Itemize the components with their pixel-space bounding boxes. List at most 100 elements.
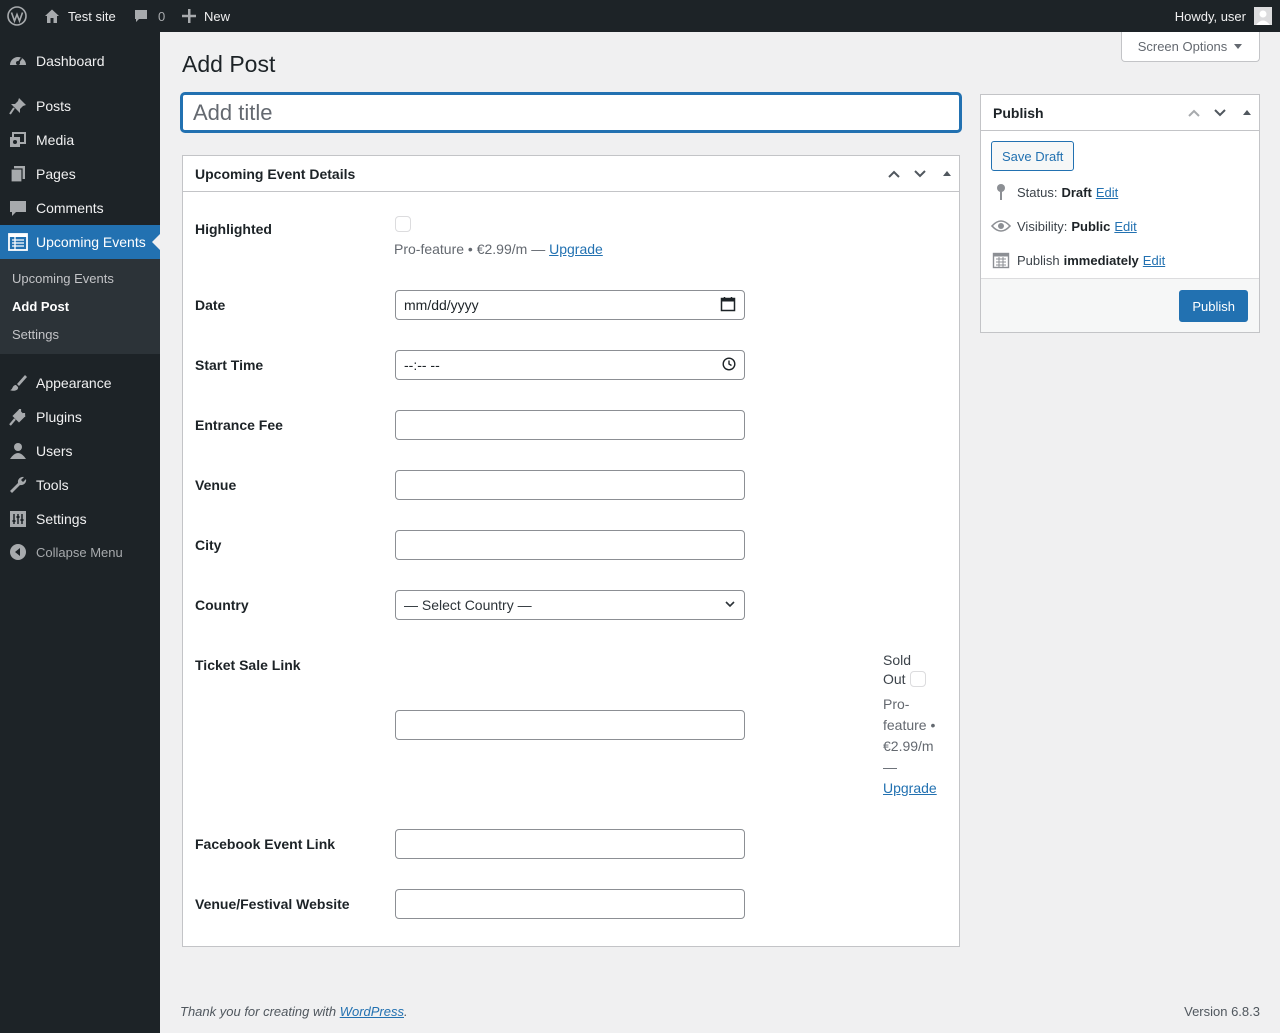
- status-row: Status: Draft Edit: [991, 182, 1118, 202]
- ticket-sale-link-input[interactable]: [395, 710, 745, 740]
- calendar-list-icon: [8, 232, 28, 252]
- country-select[interactable]: — Select Country —: [395, 590, 745, 620]
- sidebar-item-label: Tools: [36, 477, 69, 493]
- move-up-icon[interactable]: [884, 164, 904, 184]
- date-label: Date: [195, 297, 226, 313]
- sidebar-item-pages[interactable]: Pages: [0, 157, 160, 191]
- start-time-label: Start Time: [195, 357, 264, 373]
- visibility-value: Public: [1071, 218, 1111, 234]
- sidebar-item-settings[interactable]: Settings: [0, 502, 160, 536]
- comments-link[interactable]: 0: [133, 0, 165, 32]
- admin-bar: Test site 0 New Howdy, user: [0, 0, 1280, 32]
- caret-down-icon: [1233, 39, 1243, 54]
- pro-note-line1: Pro-: [883, 696, 910, 712]
- pro-note-line3: €2.99/m: [883, 738, 934, 754]
- howdy-label: Howdy, user: [1174, 8, 1246, 24]
- submenu-item-settings[interactable]: Settings: [12, 327, 59, 342]
- sidebar-item-appearance[interactable]: Appearance: [0, 366, 160, 400]
- footer-thanks: Thank you for creating with WordPress.: [180, 1004, 408, 1019]
- edit-publish-time-link[interactable]: Edit: [1143, 253, 1165, 268]
- publish-time-label: Publish: [1017, 252, 1060, 268]
- status-value: Draft: [1061, 184, 1092, 200]
- upcoming-events-submenu: Upcoming Events Add Post Settings: [0, 259, 160, 354]
- venue-label: Venue: [195, 477, 237, 493]
- edit-visibility-link[interactable]: Edit: [1114, 219, 1136, 234]
- sidebar-item-dashboard[interactable]: Dashboard: [0, 44, 160, 78]
- sold-out-checkbox[interactable]: [910, 671, 926, 687]
- wordpress-link[interactable]: WordPress: [340, 1004, 404, 1019]
- publish-title: Publish: [993, 105, 1044, 121]
- footer-suffix: .: [404, 1004, 408, 1019]
- publish-button[interactable]: Publish: [1179, 290, 1248, 322]
- collapse-arrow-icon: [8, 542, 28, 562]
- plug-icon: [8, 407, 28, 427]
- highlighted-checkbox[interactable]: [395, 216, 411, 232]
- user-icon: [8, 441, 28, 461]
- sidebar-item-label: Users: [36, 443, 73, 459]
- entrance-fee-input[interactable]: [395, 410, 745, 440]
- sidebar-item-upcoming-events[interactable]: Upcoming Events: [0, 225, 160, 259]
- post-title-input[interactable]: [181, 93, 961, 132]
- time-placeholder: --:-- --: [404, 357, 440, 373]
- move-up-icon[interactable]: [1184, 103, 1204, 123]
- sold-out-label-line2: Out: [883, 671, 906, 687]
- facebook-event-link-label: Facebook Event Link: [195, 836, 336, 852]
- date-input[interactable]: mm/dd/yyyy: [395, 290, 745, 320]
- pages-icon: [8, 164, 28, 184]
- move-down-icon[interactable]: [910, 164, 930, 184]
- sidebar-item-label: Dashboard: [36, 53, 105, 69]
- comment-icon: [8, 198, 28, 218]
- account-menu[interactable]: Howdy, user: [1175, 0, 1272, 32]
- publish-time-value: immediately: [1063, 252, 1139, 268]
- new-label: New: [204, 8, 231, 24]
- clock-icon[interactable]: [722, 356, 736, 374]
- page-title: Add Post: [182, 51, 276, 77]
- site-name-link[interactable]: Test site: [44, 0, 116, 32]
- venue-website-input[interactable]: [395, 889, 745, 919]
- country-label: Country: [195, 597, 249, 613]
- calendar-icon: [991, 250, 1011, 270]
- save-draft-button[interactable]: Save Draft: [991, 141, 1075, 171]
- new-content-link[interactable]: New: [182, 0, 230, 32]
- upgrade-link[interactable]: Upgrade: [549, 241, 603, 257]
- plus-icon: [182, 9, 196, 23]
- sidebar-item-plugins[interactable]: Plugins: [0, 400, 160, 434]
- sidebar-item-media[interactable]: Media: [0, 123, 160, 157]
- event-details-metabox: Upcoming Event Details Highlighted Pro-f…: [182, 155, 960, 947]
- eye-icon: [991, 216, 1011, 236]
- wordpress-logo-icon[interactable]: [7, 0, 27, 32]
- submenu-item-upcoming-events[interactable]: Upcoming Events: [12, 271, 114, 286]
- venue-input[interactable]: [395, 470, 745, 500]
- sidebar-item-label: Settings: [36, 511, 87, 527]
- calendar-icon[interactable]: [720, 296, 736, 315]
- sidebar-item-label: Upcoming Events: [36, 234, 146, 250]
- sidebar-item-users[interactable]: Users: [0, 434, 160, 468]
- sidebar-item-tools[interactable]: Tools: [0, 468, 160, 502]
- pin-icon: [8, 96, 28, 116]
- sidebar-item-label: Media: [36, 132, 75, 148]
- collapse-menu-label: Collapse Menu: [36, 544, 123, 560]
- sidebar-item-label: Posts: [36, 98, 72, 114]
- avatar: [1254, 7, 1272, 25]
- facebook-event-link-input[interactable]: [395, 829, 745, 859]
- city-input[interactable]: [395, 530, 745, 560]
- footer-thanks-text: Thank you for creating with: [180, 1004, 340, 1019]
- toggle-panel-icon[interactable]: [937, 164, 957, 184]
- sold-out-upgrade-link[interactable]: Upgrade: [883, 780, 937, 796]
- dashboard-icon: [8, 51, 28, 71]
- start-time-input[interactable]: --:-- --: [395, 350, 745, 380]
- submenu-item-add-post[interactable]: Add Post: [12, 299, 69, 314]
- media-icon: [8, 130, 28, 150]
- country-selected-value: — Select Country —: [404, 597, 532, 613]
- sidebar-item-comments[interactable]: Comments: [0, 191, 160, 225]
- sidebar-item-label: Plugins: [36, 409, 82, 425]
- metabox-header: Upcoming Event Details: [183, 156, 959, 192]
- sidebar-item-posts[interactable]: Posts: [0, 89, 160, 123]
- screen-options-button[interactable]: Screen Options: [1121, 32, 1260, 62]
- collapse-menu-button[interactable]: Collapse Menu: [0, 535, 160, 569]
- toggle-panel-icon[interactable]: [1237, 103, 1257, 123]
- edit-status-link[interactable]: Edit: [1096, 185, 1118, 200]
- ticket-sale-link-label: Ticket Sale Link: [195, 657, 301, 673]
- move-down-icon[interactable]: [1210, 103, 1230, 123]
- comment-icon: [133, 8, 149, 24]
